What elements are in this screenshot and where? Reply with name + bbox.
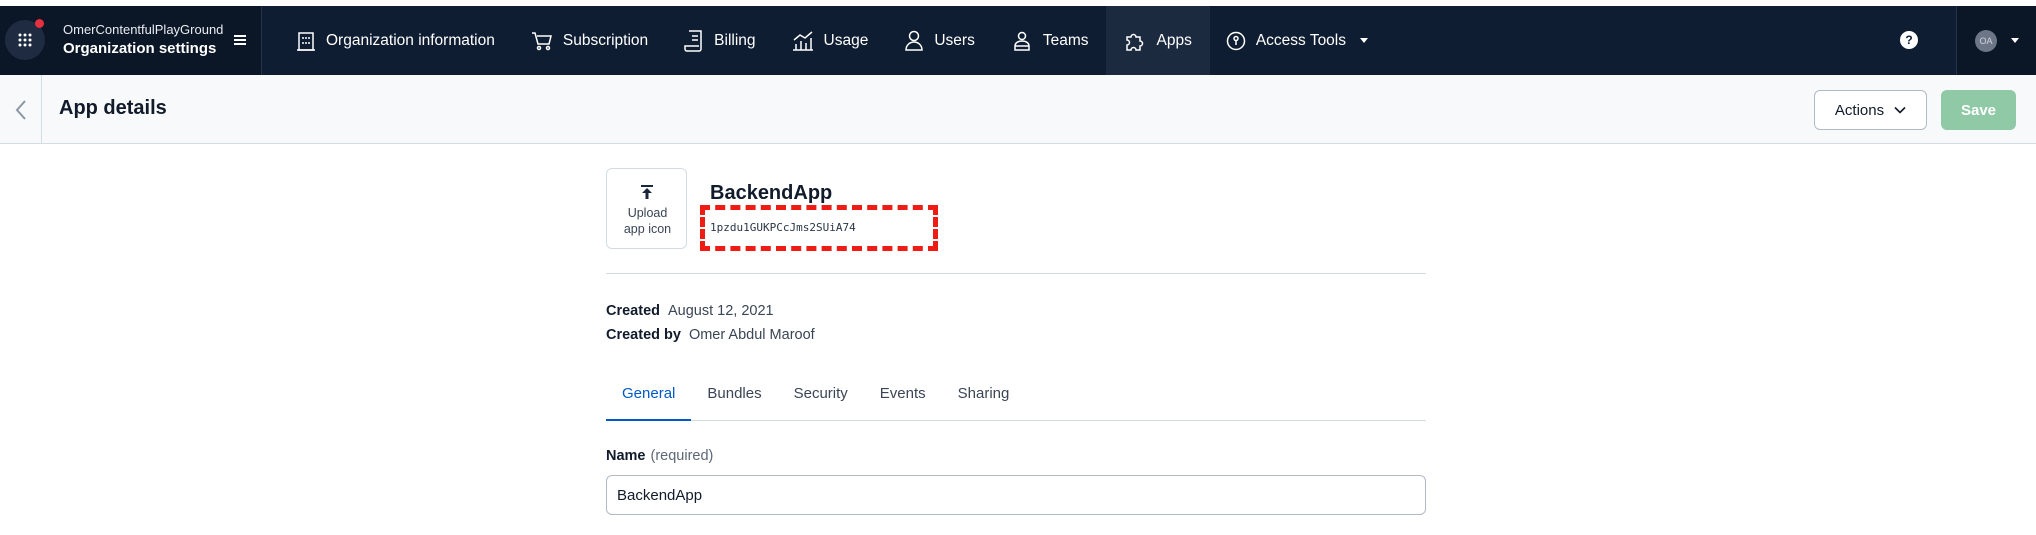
tab-security[interactable]: Security — [778, 371, 864, 421]
nav-label: Access Tools — [1255, 31, 1346, 49]
page-header: App details Actions Save — [0, 75, 2036, 144]
chevron-down-icon — [1894, 106, 1906, 114]
name-field[interactable] — [606, 475, 1426, 515]
tab-bundles[interactable]: Bundles — [691, 371, 777, 421]
tab-events[interactable]: Events — [864, 371, 942, 421]
nav-label: Usage — [823, 31, 869, 49]
building-icon — [297, 31, 315, 51]
created-by-value: Omer Abdul Maroof — [688, 327, 815, 343]
org-switcher[interactable]: OmerContentfulPlayGround Organization se… — [0, 6, 262, 75]
upload-label-line1: Upload — [627, 206, 668, 220]
upload-app-icon-button[interactable]: Upload app icon — [606, 168, 687, 249]
created-label: Created — [606, 303, 660, 319]
help-icon[interactable]: ? — [1900, 31, 1918, 49]
app-id: 1pzdu1GUKPCcJms2SUiA74 — [710, 221, 856, 234]
user-icon — [905, 30, 924, 51]
invoice-icon — [684, 29, 702, 52]
nav-users[interactable]: Users — [886, 6, 992, 75]
nav-apps[interactable]: Apps — [1106, 6, 1210, 75]
chevron-down-icon — [2011, 38, 2019, 43]
nav-usage[interactable]: Usage — [774, 6, 887, 75]
menu-icon[interactable] — [232, 32, 248, 48]
avatar: OA — [1975, 30, 1997, 52]
nav-billing[interactable]: Billing — [666, 6, 773, 75]
grid-icon — [18, 33, 32, 47]
nav-access-tools[interactable]: Access Tools — [1210, 6, 1386, 75]
nav-label: Organization information — [326, 31, 495, 49]
org-name: OmerContentfulPlayGround — [63, 22, 224, 37]
puzzle-icon — [1126, 33, 1144, 51]
app-tabs: General Bundles Security Events Sharing — [606, 371, 1426, 421]
nav-label: Subscription — [562, 31, 649, 49]
notification-dot — [35, 19, 44, 28]
main-nav: Organization information Subscription Bi… — [278, 6, 1386, 75]
chevron-left-icon — [15, 99, 26, 120]
created-row: Created August 12, 2021 — [606, 299, 815, 323]
nav-teams[interactable]: Teams — [993, 6, 1107, 75]
teams-icon — [1014, 31, 1030, 51]
app-name-heading: BackendApp — [710, 182, 833, 204]
actions-label: Actions — [1834, 101, 1885, 119]
chart-icon — [792, 30, 813, 51]
nav-label: Apps — [1156, 31, 1192, 49]
app-metadata: Created August 12, 2021 Created by Omer Ab… — [606, 299, 815, 347]
tab-general[interactable]: General — [606, 371, 692, 421]
cart-icon — [531, 31, 552, 50]
nav-subscription[interactable]: Subscription — [513, 6, 666, 75]
actions-button[interactable]: Actions — [1814, 90, 1927, 130]
access-icon — [1226, 31, 1246, 50]
page-title: App details — [59, 97, 167, 119]
nav-label: Teams — [1042, 31, 1089, 49]
app-id-highlight: 1pzdu1GUKPCcJms2SUiA74 — [700, 205, 938, 251]
created-value: August 12, 2021 — [668, 303, 774, 319]
created-by-row: Created by Omer Abdul Maroof — [606, 323, 815, 347]
upload-label-line2: app icon — [623, 222, 672, 236]
tab-sharing[interactable]: Sharing — [942, 371, 1026, 421]
chevron-down-icon — [1360, 38, 1368, 43]
top-navigation-bar: OmerContentfulPlayGround Organization se… — [0, 6, 2036, 75]
name-field-label: Name (required) — [606, 448, 713, 464]
save-button[interactable]: Save — [1941, 90, 2016, 130]
created-by-label: Created by — [606, 327, 681, 343]
name-label-text: Name — [606, 448, 646, 464]
nav-label: Billing — [714, 31, 756, 49]
upload-label: Upload app icon — [607, 205, 688, 237]
nav-organization-information[interactable]: Organization information — [278, 6, 513, 75]
back-button[interactable] — [0, 75, 42, 144]
org-settings-title: Organization settings — [63, 40, 217, 57]
upload-icon — [641, 185, 653, 199]
nav-label: Users — [934, 31, 975, 49]
divider — [606, 273, 1426, 274]
required-hint: (required) — [650, 448, 714, 464]
profile-menu[interactable]: OA — [1956, 6, 2036, 75]
